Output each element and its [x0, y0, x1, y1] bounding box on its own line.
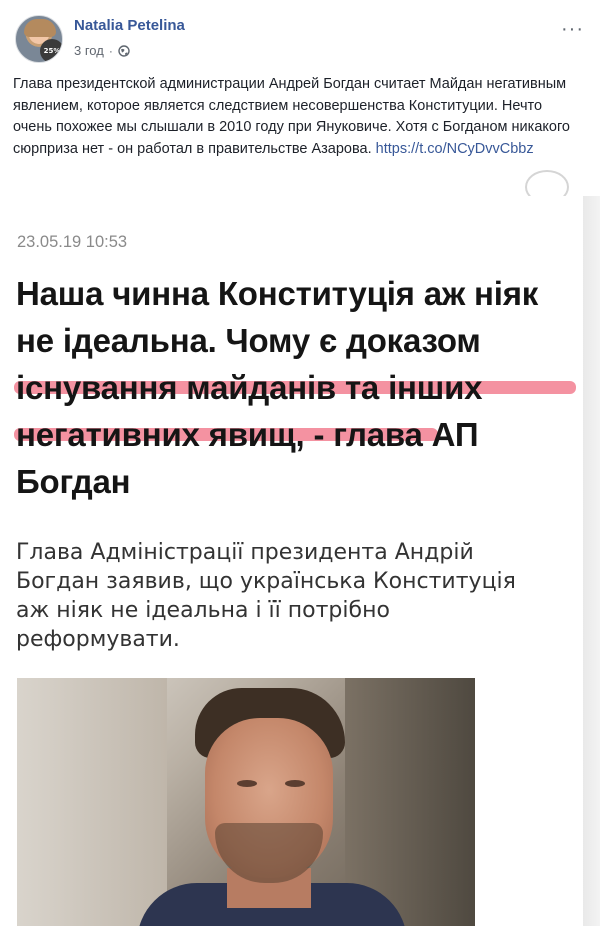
meta-separator: · [108, 43, 113, 58]
globe-icon[interactable] [118, 44, 130, 57]
article-headline: Наша чинна Конституція аж ніяк не ідеаль… [16, 270, 576, 505]
photo-background-left [17, 678, 167, 926]
avatar[interactable]: 25% [15, 15, 63, 63]
post-header: 25% Natalia Petelina 3 год · ··· [12, 12, 588, 66]
post-text: Глава президентской администрации Андрей… [13, 74, 573, 160]
photo-eye-left [237, 780, 257, 787]
embed-edge [581, 196, 600, 926]
post-time[interactable]: 3 год [74, 43, 104, 58]
post-link[interactable]: https://t.co/NCyDvvCbbz [376, 141, 534, 157]
article-timestamp: 23.05.19 10:53 [17, 233, 128, 251]
photo-eye-right [285, 780, 305, 787]
author-name[interactable]: Natalia Petelina [74, 17, 185, 34]
post-meta: 3 год · [74, 43, 130, 58]
more-options-icon[interactable]: ··· [561, 18, 584, 41]
avatar-badge: 25% [40, 39, 62, 62]
article-photo [17, 678, 475, 926]
article-lede: Глава Адміністрації президента Андрій Бо… [16, 540, 516, 652]
embedded-screenshot[interactable]: 23.05.19 10:53 Наша чинна Конституція аж… [0, 196, 583, 926]
facebook-post: 25% Natalia Petelina 3 год · ··· Глава п… [0, 0, 600, 926]
avatar-hair [24, 19, 56, 37]
